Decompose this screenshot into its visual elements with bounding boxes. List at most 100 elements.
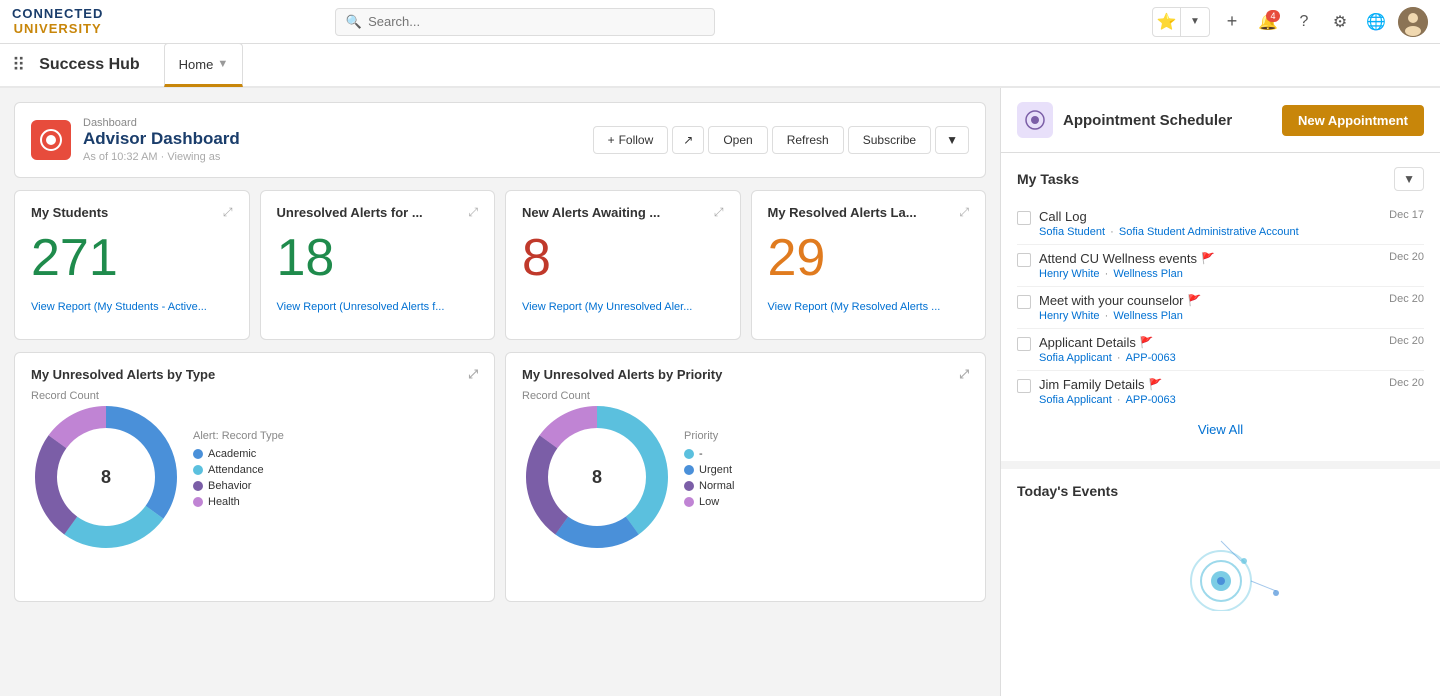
follow-button[interactable]: + Follow [593, 126, 669, 154]
stat-link[interactable]: View Report (Unresolved Alerts f... [277, 301, 445, 313]
task-checkbox[interactable] [1017, 337, 1031, 351]
stat-link[interactable]: View Report (My Students - Active... [31, 301, 207, 313]
chart-card-1: My Unresolved Alerts by Priority ⤢ Recor… [505, 352, 986, 602]
favorites-icon[interactable]: ⭐ [1153, 8, 1181, 36]
dashboard-title: Advisor Dashboard [83, 129, 581, 149]
home-tab[interactable]: Home ▼ [164, 43, 244, 87]
legend-item: Low [684, 496, 734, 508]
stat-number: 18 [277, 228, 479, 288]
stat-number: 29 [768, 228, 970, 288]
notification-badge: 4 [1266, 10, 1280, 22]
task-link-1[interactable]: Sofia Applicant [1039, 394, 1112, 406]
task-link-1[interactable]: Sofia Applicant [1039, 352, 1112, 364]
expand-icon[interactable]: ⤢ [468, 205, 478, 220]
legend-label: Attendance [208, 464, 264, 476]
top-navigation: CONNECTED UNIVERSITY 🔍 ⭐ ▼ + 🔔 4 ? ⚙ 🌐 [0, 0, 1440, 44]
main-layout: Dashboard Advisor Dashboard As of 10:32 … [0, 88, 1440, 696]
chart-body: Record Count 8 Priority - Urgent [522, 390, 969, 552]
favorites-dropdown[interactable]: ▼ [1181, 8, 1209, 36]
search-bar[interactable]: 🔍 [335, 8, 715, 36]
notifications-icon[interactable]: 🔔 4 [1254, 8, 1282, 36]
chart-expand-icon[interactable]: ⤢ [468, 367, 478, 382]
task-checkbox[interactable] [1017, 379, 1031, 393]
legend-item: - [684, 448, 734, 460]
stat-card-header: New Alerts Awaiting ... ⤢ [522, 205, 724, 220]
stat-card-header: Unresolved Alerts for ... ⤢ [277, 205, 479, 220]
task-link-2[interactable]: APP-0063 [1126, 394, 1176, 406]
task-link-1[interactable]: Henry White [1039, 268, 1100, 280]
task-link-2[interactable]: Wellness Plan [1113, 310, 1183, 322]
expand-icon[interactable]: ⤢ [223, 205, 233, 220]
task-date: Dec 20 [1389, 335, 1424, 347]
dashboard-actions: + Follow ↗ Open Refresh Subscribe ▼ [593, 126, 969, 154]
stat-number: 271 [31, 228, 233, 288]
task-link-1[interactable]: Sofia Student [1039, 226, 1105, 238]
more-button[interactable]: ▼ [935, 126, 969, 154]
add-icon[interactable]: + [1218, 8, 1246, 36]
open-button[interactable]: Open [708, 126, 767, 154]
task-title-row: Call Log [1039, 209, 1381, 224]
events-title: Today's Events [1017, 483, 1424, 499]
chart-expand-icon[interactable]: ⤢ [959, 367, 969, 382]
task-date: Dec 20 [1389, 377, 1424, 389]
chart-title: My Unresolved Alerts by Priority ⤢ [522, 367, 969, 382]
chart-right: Priority - Urgent Normal Low [684, 430, 734, 512]
grid-icon[interactable]: ⠿ [12, 55, 25, 76]
legend-dot [684, 481, 694, 491]
task-separator: · [1110, 226, 1117, 238]
task-link-2[interactable]: Sofia Student Administrative Account [1119, 226, 1299, 238]
help-icon[interactable]: ? [1290, 8, 1318, 36]
stat-link[interactable]: View Report (My Resolved Alerts ... [768, 301, 941, 313]
settings-icon[interactable]: ⚙ [1326, 8, 1354, 36]
share-button[interactable]: ↗ [672, 126, 704, 154]
donut-center-value: 8 [101, 467, 111, 488]
task-content: Attend CU Wellness events 🚩 Henry White … [1039, 251, 1381, 280]
task-meta: Sofia Applicant · APP-0063 [1039, 352, 1381, 364]
home-tab-label: Home [179, 57, 214, 72]
app-bar: ⠿ Success Hub Home ▼ [0, 44, 1440, 88]
search-input[interactable] [368, 14, 704, 29]
share-icon: ↗ [683, 133, 693, 147]
chart-subtitle: Alert: Record Type [193, 430, 284, 442]
left-panel: Dashboard Advisor Dashboard As of 10:32 … [0, 88, 1000, 696]
legend-dot [193, 497, 203, 507]
task-link-2[interactable]: APP-0063 [1126, 352, 1176, 364]
flag-icon: 🚩 [1188, 294, 1202, 307]
chart-left: Record Count 8 [31, 390, 181, 552]
dashboard-icon [31, 120, 71, 160]
task-date: Dec 17 [1389, 209, 1424, 221]
legend-label: Normal [699, 480, 734, 492]
task-checkbox[interactable] [1017, 211, 1031, 225]
view-all-button[interactable]: View All [1017, 412, 1424, 447]
chart-subtitle: Priority [684, 430, 734, 442]
task-meta: Henry White · Wellness Plan [1039, 310, 1381, 322]
task-meta: Henry White · Wellness Plan [1039, 268, 1381, 280]
legend-label: Academic [208, 448, 256, 460]
task-name: Attend CU Wellness events [1039, 251, 1197, 266]
chart-title-text: My Unresolved Alerts by Priority [522, 367, 722, 382]
tasks-filter-dropdown[interactable]: ▼ [1394, 167, 1424, 191]
new-appointment-button[interactable]: New Appointment [1282, 105, 1424, 136]
task-checkbox[interactable] [1017, 253, 1031, 267]
globe-icon[interactable]: 🌐 [1362, 8, 1390, 36]
task-checkbox[interactable] [1017, 295, 1031, 309]
stat-card-0: My Students ⤢ 271 View Report (My Studen… [14, 190, 250, 340]
expand-icon[interactable]: ⤢ [959, 205, 969, 220]
task-content: Meet with your counselor 🚩 Henry White ·… [1039, 293, 1381, 322]
chart-title-text: My Unresolved Alerts by Type [31, 367, 215, 382]
events-illustration [1017, 511, 1424, 631]
stat-link[interactable]: View Report (My Unresolved Aler... [522, 301, 692, 313]
chart-record-label: Record Count [31, 390, 181, 402]
avatar[interactable] [1398, 7, 1428, 37]
legend-item: Behavior [193, 480, 284, 492]
donut-container: 8 [522, 402, 672, 552]
subscribe-button[interactable]: Subscribe [848, 126, 931, 154]
task-link-2[interactable]: Wellness Plan [1113, 268, 1183, 280]
task-date: Dec 20 [1389, 251, 1424, 263]
expand-icon[interactable]: ⤢ [714, 205, 724, 220]
task-title-row: Applicant Details 🚩 [1039, 335, 1381, 350]
refresh-button[interactable]: Refresh [772, 126, 844, 154]
task-link-1[interactable]: Henry White [1039, 310, 1100, 322]
donut-container: 8 [31, 402, 181, 552]
appointment-title: Appointment Scheduler [1063, 112, 1272, 129]
